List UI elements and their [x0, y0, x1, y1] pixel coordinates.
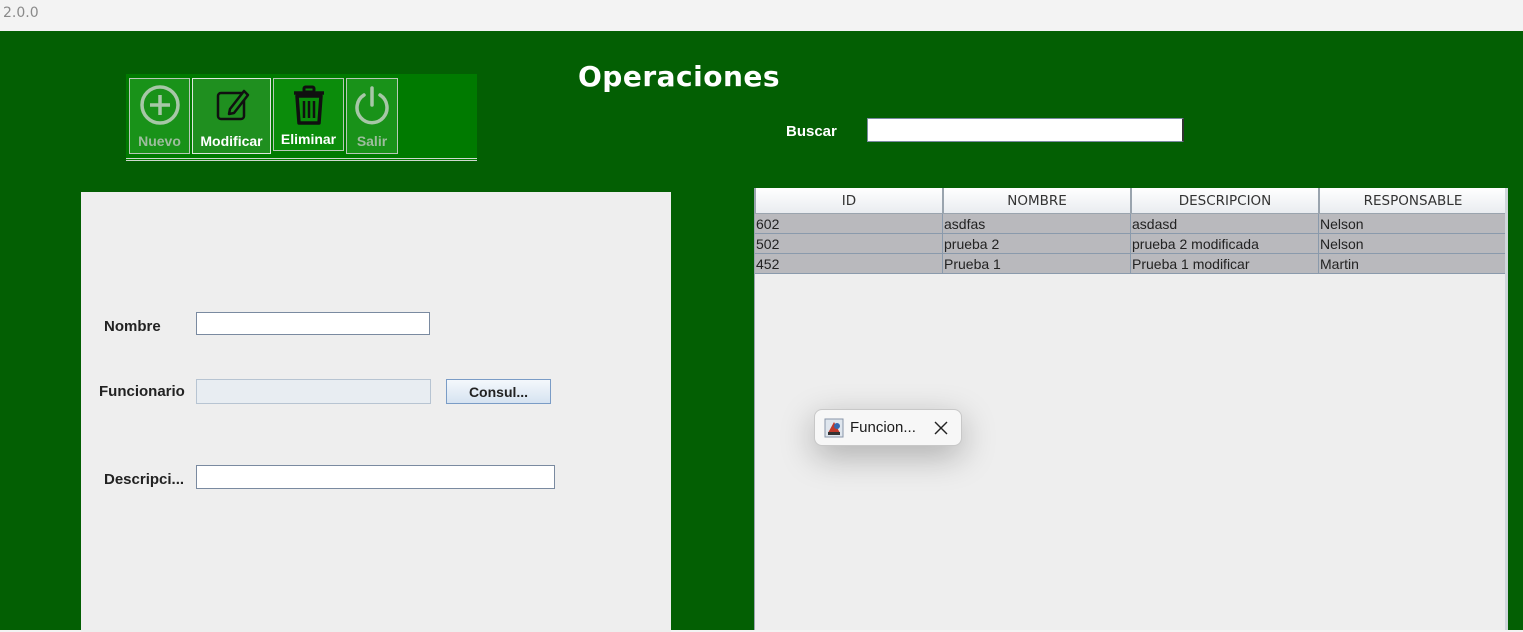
table-row[interactable]: 502 prueba 2 prueba 2 modificada Nelson — [755, 234, 1508, 254]
search-input[interactable] — [867, 118, 1184, 142]
table-cell: asdasd — [1131, 214, 1319, 234]
descripcion-label: Descripci... — [104, 471, 185, 488]
table-cell: Prueba 1 modificar — [1131, 254, 1319, 274]
table-cell: Martin — [1319, 254, 1507, 274]
app-panel: Operaciones Nuevo Modificar Eliminar Sal… — [0, 31, 1523, 632]
trash-icon — [293, 85, 324, 125]
table-row[interactable]: 602 asdfas asdasd Nelson — [755, 214, 1508, 234]
page-title: Operaciones — [578, 60, 781, 93]
table-cell: 452 — [755, 254, 943, 274]
table-cell: Nelson — [1319, 214, 1507, 234]
column-header-descripcion[interactable]: DESCRIPCION — [1131, 188, 1319, 214]
table-cell: prueba 2 modificada — [1131, 234, 1319, 254]
table-cell: Prueba 1 — [943, 254, 1131, 274]
eliminar-button[interactable]: Eliminar — [273, 78, 344, 151]
column-header-responsable[interactable]: RESPONSABLE — [1319, 188, 1507, 214]
table-cell: Nelson — [1319, 234, 1507, 254]
window-titlebar: 2.0.0 — [0, 0, 1523, 31]
close-icon[interactable] — [934, 421, 948, 435]
toolbar: Nuevo Modificar Eliminar Salir — [126, 74, 477, 161]
salir-label: Salir — [356, 133, 388, 149]
edit-icon — [216, 89, 249, 121]
table-body: 602 asdfas asdasd Nelson 502 prueba 2 pr… — [755, 214, 1508, 274]
taskbar-window-preview[interactable]: Funcion... — [814, 409, 962, 446]
version-label: 2.0.0 — [3, 5, 39, 21]
modificar-button[interactable]: Modificar — [192, 78, 271, 154]
nuevo-label: Nuevo — [138, 133, 181, 149]
preview-title: Funcion... — [850, 419, 916, 436]
funcionario-label: Funcionario — [99, 383, 185, 400]
table-row[interactable]: 452 Prueba 1 Prueba 1 modificar Martin — [755, 254, 1508, 274]
table-cell: 602 — [755, 214, 943, 234]
form-panel: Nombre Funcionario Consul... Descripci..… — [81, 192, 671, 632]
power-icon — [355, 86, 389, 125]
table-header: ID NOMBRE DESCRIPCION RESPONSABLE — [755, 188, 1508, 214]
consultar-button[interactable]: Consul... — [446, 379, 551, 404]
java-app-icon — [824, 418, 844, 437]
salir-button[interactable]: Salir — [346, 78, 398, 154]
funcionario-field[interactable] — [196, 379, 431, 404]
search-label: Buscar — [786, 123, 837, 140]
nombre-field[interactable] — [196, 312, 430, 335]
table-cell: asdfas — [943, 214, 1131, 234]
nombre-label: Nombre — [104, 318, 161, 335]
table-scroll-edge — [1505, 188, 1508, 630]
descripcion-field[interactable] — [196, 465, 555, 489]
column-header-id[interactable]: ID — [755, 188, 943, 214]
plus-circle-icon — [139, 85, 180, 125]
table-cell: 502 — [755, 234, 943, 254]
table-cell: prueba 2 — [943, 234, 1131, 254]
nuevo-button[interactable]: Nuevo — [129, 78, 190, 154]
eliminar-label: Eliminar — [280, 131, 337, 147]
column-header-nombre[interactable]: NOMBRE — [943, 188, 1131, 214]
modificar-label: Modificar — [200, 133, 263, 149]
